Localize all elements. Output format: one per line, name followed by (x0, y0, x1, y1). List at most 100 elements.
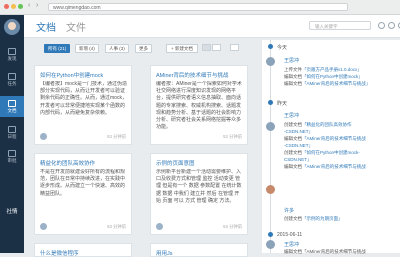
checklist-icon (8, 73, 16, 80)
activity-feed: 今天 王思冲 上传文件「页雁方产品手册v1.0.docx」 编辑文档「如何在Py… (262, 40, 400, 254)
activity-link[interactable]: -CSDN.NET」 (284, 129, 313, 134)
maximize-window-icon[interactable] (18, 4, 23, 9)
grid-view-icon[interactable] (202, 44, 211, 51)
activity-line: -CSDN.NET」 (284, 129, 313, 135)
card-timestamp: 53 分钟前 (107, 134, 126, 139)
sidebar-item-calendar[interactable]: 日程 (0, 123, 24, 143)
card-excerpt: 【编者按】mock是一门技术，通过伪造部分实现代码，从而让开发者可以验证剩余代码… (40, 81, 127, 116)
card-timestamp: 53 分钟前 (223, 224, 242, 229)
activity-line: 编辑文档「AMiner背后的技术细节与挑战」 (284, 81, 371, 86)
tab-files[interactable]: 文件 (66, 19, 86, 34)
list-view-icon[interactable] (212, 44, 221, 51)
sidebar: 发现 任务 文档 日程 审批 社情 (0, 15, 24, 253)
activity-link[interactable]: 「AMiner背后的技术细节与挑战 (302, 164, 366, 169)
card-title[interactable]: 示例的页面意图 (156, 159, 195, 167)
timeline-line (270, 40, 271, 253)
sidebar-item-label: 审批 (7, 158, 17, 163)
activity-user[interactable]: 王思冲 (284, 112, 299, 119)
activity-user[interactable]: 王思冲 (284, 57, 299, 64)
card-timestamp: 53 分钟前 (107, 224, 126, 229)
new-document-button[interactable]: + 新建文档 (166, 44, 198, 53)
filter-bar: 所有 (21) 新增 (4) 人事 (3) 更多 + 新建文档 (34, 40, 254, 54)
day-label: 今天 (277, 45, 288, 51)
card-title[interactable]: 如何在Python中创建mock (40, 71, 103, 79)
search-input[interactable]: 输入关键字 (309, 21, 371, 30)
user-avatar[interactable] (266, 185, 275, 194)
card-title[interactable]: 用用Js (156, 249, 173, 256)
sort-icon[interactable] (230, 44, 239, 51)
card-title[interactable]: 什么是微信程序 (40, 249, 79, 256)
tab-docs[interactable]: 文档 (36, 19, 56, 34)
filter-new[interactable]: 新增 (4) (75, 44, 99, 53)
sidebar-item-docs[interactable]: 文档 (0, 96, 24, 117)
card-title[interactable]: AMiner背后的技术细节与挑战 (156, 71, 228, 79)
document-card[interactable]: 示例的页面意图 示例新平台新建一个活动需要维护、入口及收费方式和管理 监控 活动… (150, 153, 248, 235)
document-card[interactable]: 什么是微信程序 (34, 243, 132, 257)
sidebar-item-label: 发现 (7, 56, 17, 61)
forward-icon[interactable]: › (36, 2, 38, 9)
browser-toolbar: ‹ › www.qimengdao.com (0, 0, 400, 15)
sidebar-item-approval[interactable]: 审批 (0, 147, 24, 167)
date-label: 2015-06-11 (277, 232, 303, 238)
calendar-icon (8, 126, 16, 133)
activity-line: 创建文档「如何在Python中创建mock- (284, 150, 360, 155)
approval-icon (8, 150, 16, 157)
card-title[interactable]: 精益化的团队高效协作 (40, 159, 95, 167)
activity-user[interactable]: 许多 (284, 207, 294, 214)
activity-link[interactable]: -CSDN.NET」 (284, 143, 313, 148)
filter-all[interactable]: 所有 (21) (44, 44, 71, 53)
activity-line: 编辑文档「如何在Python中创建mock」 (284, 74, 363, 79)
card-excerpt: 编者按：AMiner是一个探索如何对学术社交网络进行深度知识发现的网络平台，提供… (156, 81, 242, 131)
activity-link[interactable]: 「AMiner背后的技术细节与挑战 (302, 136, 366, 141)
card-timestamp: 53 分钟前 (223, 134, 242, 139)
minimize-window-icon[interactable] (11, 4, 16, 9)
activity-line: 上传文件「页雁方产品手册v1.0.docx」 (284, 67, 362, 72)
compass-icon (8, 48, 16, 55)
sidebar-community[interactable]: 社情 (0, 207, 24, 215)
activity-link[interactable]: 「精益化的团队高效协作 (302, 122, 352, 127)
author-avatar (156, 223, 163, 230)
sidebar-item-label: 文档 (7, 108, 17, 113)
sidebar-item-discover[interactable]: 发现 (0, 45, 24, 65)
activity-line: CSDN.NET」 (284, 157, 312, 163)
activity-line: 编辑文档「AMiner背后的技术细节与挑战 (284, 249, 366, 254)
timeline-dot (268, 100, 273, 105)
sidebar-item-tasks[interactable]: 任务 (0, 70, 24, 90)
author-avatar (40, 223, 47, 230)
activity-line: -CSDN.NET」 (284, 143, 313, 149)
document-card[interactable]: AMiner背后的技术细节与挑战 编者按：AMiner是一个探索如何对学术社交网… (150, 65, 248, 145)
activity-line: 创建文档「精益化的团队高效协作 (284, 122, 352, 127)
activity-link[interactable]: 「页雁方产品手册v1.0.docx」 (302, 67, 362, 72)
timeline-dot (268, 44, 273, 49)
notification-icon[interactable] (388, 22, 395, 29)
document-card[interactable]: 如何在Python中创建mock 【编者按】mock是一门技术，通过伪造部分实现… (34, 65, 132, 145)
sidebar-item-label: 任务 (7, 81, 17, 86)
user-avatar[interactable] (266, 122, 275, 131)
user-avatar[interactable] (266, 240, 275, 249)
activity-line: 编辑文档「AMiner背后的技术细节与挑战 (284, 164, 366, 169)
activity-link[interactable]: 「如何在Python中创建mock」 (302, 74, 363, 79)
back-icon[interactable]: ‹ (28, 2, 30, 9)
activity-link[interactable]: 「如何在Python中创建mock- (302, 150, 360, 155)
activity-link[interactable]: CSDN.NET」 (284, 157, 312, 162)
document-icon (8, 100, 16, 107)
activity-link[interactable]: 「示例的为期页面」 (302, 216, 343, 221)
address-bar[interactable]: www.qimengdao.com (48, 3, 348, 11)
activity-user[interactable]: 王思冲 (284, 241, 299, 248)
documents-pane: 所有 (21) 新增 (4) 人事 (3) 更多 + 新建文档 如何在Pytho… (34, 40, 254, 257)
filter-more[interactable]: 更多 (135, 44, 152, 53)
activity-line: 创建文档「示例的为期页面」 (284, 216, 343, 221)
filter-hr[interactable]: 人事 (3) (105, 44, 129, 53)
document-card[interactable]: 用用Js (150, 243, 248, 257)
user-avatar[interactable] (4, 19, 20, 35)
close-window-icon[interactable] (4, 4, 9, 9)
help-icon[interactable] (378, 22, 385, 29)
user-avatar[interactable] (266, 57, 275, 66)
document-card[interactable]: 精益化的团队高效协作 不是在开发前就建设好所有的流程和规范，团队在日常中持续改进… (34, 153, 132, 235)
activity-line: 编辑文档「AMiner背后的技术细节与挑战 (284, 136, 366, 141)
main-header: 文档 文件 输入关键字 (24, 15, 400, 38)
card-excerpt: 示例新平台新建一个活动需要维护、入口及收费方式和管理 监控 活动变更 管理 但是… (156, 169, 242, 204)
sidebar-item-label: 日程 (7, 134, 17, 139)
sidebar-bottom-label: 社情 (6, 209, 18, 215)
activity-link[interactable]: 「AMiner背后的技术细节与挑战」 (302, 81, 370, 86)
